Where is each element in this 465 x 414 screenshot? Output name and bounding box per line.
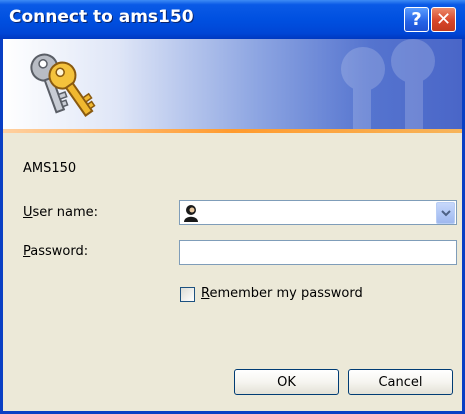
banner-accent-line bbox=[3, 129, 462, 133]
password-field[interactable] bbox=[179, 240, 457, 265]
ok-button[interactable]: OK bbox=[234, 369, 339, 395]
help-button[interactable]: ? bbox=[404, 7, 429, 32]
chevron-down-icon bbox=[440, 210, 451, 217]
keys-icon bbox=[30, 53, 96, 117]
connect-dialog: Connect to ams150 ? ✕ AMS150 User name: … bbox=[0, 0, 465, 414]
banner bbox=[3, 39, 462, 129]
remember-password-checkbox[interactable] bbox=[180, 287, 195, 302]
username-label: User name: bbox=[23, 205, 99, 220]
window-title: Connect to ams150 bbox=[9, 7, 194, 27]
password-label: Password: bbox=[23, 244, 89, 259]
remember-password-label[interactable]: Remember my password bbox=[201, 286, 363, 301]
close-button[interactable]: ✕ bbox=[431, 7, 456, 32]
title-bar[interactable]: Connect to ams150 ? ✕ bbox=[0, 0, 465, 39]
help-icon: ? bbox=[411, 9, 422, 30]
close-icon: ✕ bbox=[435, 9, 452, 30]
username-dropdown-button[interactable] bbox=[436, 202, 455, 224]
cancel-button[interactable]: Cancel bbox=[348, 369, 453, 395]
keys-watermark-icon bbox=[341, 39, 435, 129]
server-name: AMS150 bbox=[23, 161, 77, 176]
user-icon bbox=[184, 205, 198, 222]
username-combobox[interactable] bbox=[179, 200, 457, 225]
